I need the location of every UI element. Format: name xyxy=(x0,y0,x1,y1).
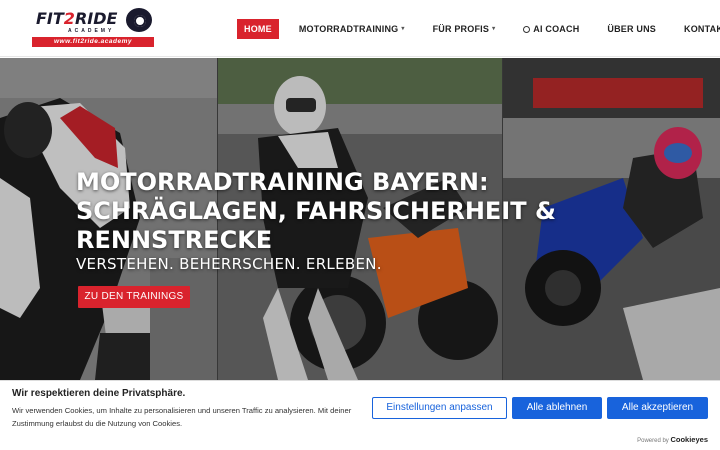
hero-section: MOTORRADTRAINING BAYERN: SCHRÄGLAGEN, FA… xyxy=(0,58,720,380)
cookie-banner-text: Wir verwenden Cookies, um Inhalte zu per… xyxy=(12,406,352,428)
nav-item-home[interactable]: HOME xyxy=(237,19,279,39)
cookieyes-attribution[interactable]: Powered by Cookieyes xyxy=(637,435,708,444)
chevron-down-icon: ▾ xyxy=(492,26,496,32)
hero-title: MOTORRADTRAINING BAYERN: SCHRÄGLAGEN, FA… xyxy=(76,168,556,254)
helmet-icon xyxy=(126,8,152,32)
nav-item-motorradtraining[interactable]: MOTORRADTRAINING ▾ xyxy=(293,19,411,39)
site-header: FIT2RIDE ACADEMY www.fit2ride.academy HO… xyxy=(0,0,720,57)
nav-item-ueber-uns[interactable]: ÜBER UNS xyxy=(601,19,662,39)
main-nav: HOME MOTORRADTRAINING ▾ FÜR PROFIS ▾ AI CO… xyxy=(237,18,720,40)
customize-settings-button[interactable]: Einstellungen anpassen xyxy=(372,397,507,419)
nav-item-ai-coach[interactable]: AI COACH xyxy=(517,19,585,39)
logo-wordmark: FIT2RIDE xyxy=(36,9,118,28)
hero-subtitle: VERSTEHEN. BEHERRSCHEN. ERLEBEN. xyxy=(76,255,382,273)
logo-tagline: ACADEMY xyxy=(68,28,115,34)
nav-item-fuer-profis[interactable]: FÜR PROFIS ▾ xyxy=(427,19,502,39)
cookie-banner-title: Wir respektieren deine Privatsphäre. xyxy=(12,388,186,399)
ai-coach-icon xyxy=(523,25,531,33)
reject-all-button[interactable]: Alle ablehnen xyxy=(512,397,602,419)
chevron-down-icon: ▾ xyxy=(401,26,405,32)
to-trainings-button[interactable]: ZU DEN TRAININGS xyxy=(78,286,190,308)
logo-url: www.fit2ride.academy xyxy=(32,37,154,47)
fit2ride-logo[interactable]: FIT2RIDE ACADEMY www.fit2ride.academy xyxy=(32,8,160,49)
cookie-consent-banner: Wir respektieren deine Privatsphäre. Wir… xyxy=(0,380,720,450)
nav-item-kontakt[interactable]: KONTAKT xyxy=(678,19,720,39)
accept-all-button[interactable]: Alle akzeptieren xyxy=(607,397,708,419)
cookieyes-logo: Cookieyes xyxy=(670,435,708,444)
